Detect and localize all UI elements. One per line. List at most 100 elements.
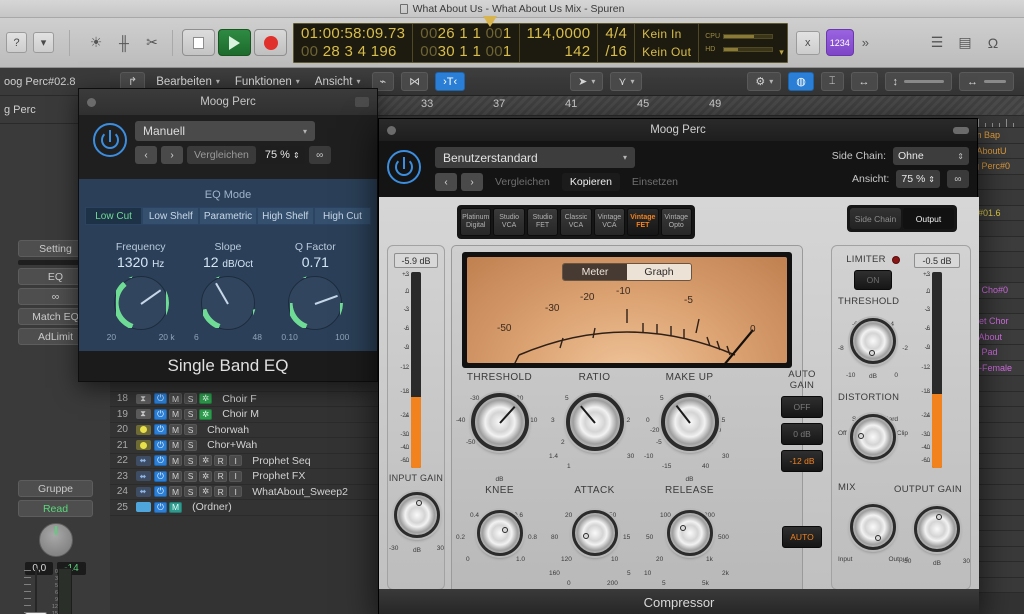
track-power-button[interactable]: ⏻ [154,408,167,420]
lcd-time-column[interactable]: 01:00:58:09.73 00 28 3 4 196 [294,23,414,62]
more-icon[interactable]: » [860,35,871,50]
pan-knob[interactable] [38,523,73,557]
knob-attack[interactable] [571,510,618,556]
link-icon[interactable]: ∞ [947,170,969,188]
scissors-icon[interactable]: ✂ [141,32,163,54]
eq-dial[interactable] [199,275,256,331]
record-button[interactable] [254,29,287,56]
menu-bearbeiten[interactable]: Bearbeiten ▾ [152,76,224,88]
paste-button[interactable]: Einsetzen [624,173,686,191]
model-classic-vca[interactable]: Classic VCA [560,208,592,236]
solo-button[interactable]: S [184,393,198,405]
eq-knob-frequency[interactable]: Frequency 1320 Hz 20 20 k [101,241,181,342]
limiter-on-button[interactable]: ON [854,270,892,290]
eq-mode-parametric[interactable]: Parametric [199,207,257,225]
mute-button[interactable]: M [169,439,183,451]
distortion-knob[interactable] [850,414,896,460]
solo-button[interactable]: S [184,455,198,467]
track-power-button[interactable]: ⏻ [154,470,167,482]
lcd-inout-column[interactable]: Kein In Kein Out [635,23,700,62]
next-preset-button[interactable]: › [461,173,483,191]
solo-button[interactable]: S [184,470,198,482]
eq-mode-high-cut[interactable]: High Cut [313,207,372,225]
lcd-signature-column[interactable]: 4/4 /16 [598,23,636,62]
prev-preset-button[interactable]: ‹ [135,146,157,164]
prev-preset-button[interactable]: ‹ [435,173,457,191]
waveform-icon[interactable]: ◍ [788,72,814,91]
model-studio-vca[interactable]: Studio VCA [493,208,525,236]
auto-gain-off-button[interactable]: OFF [781,396,823,418]
eq-mode-high-shelf[interactable]: High Shelf [256,207,314,225]
input-monitor-button[interactable]: I [229,470,243,482]
track-power-button[interactable]: ⏻ [154,424,167,436]
input-monitor-button[interactable]: I [229,455,243,467]
help-icon[interactable]: ? [6,32,27,53]
eq-mode-low-shelf[interactable]: Low Shelf [142,207,200,225]
vertical-zoom-slider[interactable]: ↕ [884,72,953,91]
metronome-icon[interactable]: ☀ [85,32,107,54]
knob-threshold[interactable] [470,393,529,451]
close-icon[interactable] [387,126,396,135]
solo-button[interactable]: S [184,408,198,420]
mute-button[interactable]: M [169,424,183,436]
mode-x-button[interactable]: x [795,30,820,55]
mute-button[interactable]: M [169,408,183,420]
vertical-zoom-icon[interactable]: ⌶ [820,72,844,91]
compressor-window-menu-icon[interactable] [953,127,969,134]
sliders-icon[interactable]: ╫ [113,32,135,54]
freeze-button[interactable]: ✲ [199,486,213,498]
model-vintage-fet[interactable]: Vintage FET [627,208,659,236]
freeze-button[interactable]: ✲ [199,470,213,482]
freeze-button[interactable]: ✲ [199,455,213,467]
eq-mode-low-cut[interactable]: Low Cut [85,207,143,225]
tab-side-chain[interactable]: Side Chain [850,208,901,229]
compare-button[interactable]: Vergleichen [487,173,558,191]
track-power-button[interactable]: ⏻ [154,393,167,405]
pointer-icon[interactable]: ➤ ▾ [570,72,604,91]
eq-plugin-window[interactable]: Moog Perc Manuell ▾ ‹ › Vergleichen 75 %… [78,88,378,382]
eq-knob-slope[interactable]: Slope 12 dB/Oct 6 48 [188,241,268,342]
dropdown-icon[interactable]: ▾ [33,32,54,53]
freeze-button[interactable]: ✲ [199,393,213,405]
menu-ansicht[interactable]: Ansicht ▾ [311,76,365,88]
input-monitor-button[interactable]: I [229,486,243,498]
solo-button[interactable]: S [184,486,198,498]
auto-release-button[interactable]: AUTO [782,526,822,548]
compressor-plugin-window[interactable]: Moog Perc Benutzerstandard ▾ ‹ › Verglei… [378,118,979,614]
flex-icon[interactable]: ⋈ [401,72,429,91]
automation-mode-button[interactable]: Read [18,500,93,517]
pad-button[interactable]: 1234 [825,29,854,56]
mute-button[interactable]: M [169,470,183,482]
next-preset-button[interactable]: › [161,146,183,164]
link-icon[interactable]: ∞ [308,146,331,164]
lcd-display[interactable]: 01:00:58:09.73 00 28 3 4 196 0026 1 1 00… [293,22,788,63]
power-icon[interactable] [93,123,127,157]
limiter-threshold-knob[interactable] [850,318,896,364]
mute-button[interactable]: M [169,393,183,405]
eq-knob-q-factor[interactable]: Q Factor 0.71 0.10 100 [275,241,355,342]
mute-button[interactable]: M [169,501,183,513]
sidechain-select[interactable]: Ohne ⇕ [893,147,969,165]
eq-window-menu-icon[interactable] [355,97,369,107]
eq-zoom-selector[interactable]: 75 % ⇕ [259,146,305,164]
copy-button[interactable]: Kopieren [561,173,620,191]
eq-dial[interactable] [287,275,344,331]
list-icon[interactable]: ☰ [926,32,948,54]
track-power-button[interactable]: ⏻ [154,439,167,451]
track-power-button[interactable]: ⏻ [154,501,167,513]
track-power-button[interactable]: ⏻ [154,455,167,467]
view-select[interactable]: 75 % ⇕ [896,170,940,188]
close-icon[interactable] [87,98,96,107]
gear-icon[interactable]: ⚙ ▾ [747,72,782,91]
group-button[interactable]: Gruppe [18,480,93,497]
tab-output[interactable]: Output [903,208,954,229]
knob-knee[interactable] [476,510,523,556]
marquee-icon[interactable]: ⋎ ▾ [610,72,643,91]
playhead[interactable] [483,16,497,27]
freeze-button[interactable]: ✲ [199,408,213,420]
mute-button[interactable]: M [169,455,183,467]
record-enable-button[interactable]: R [214,455,228,467]
model-studio-fet[interactable]: Studio FET [526,208,559,236]
auto-gain-0db-button[interactable]: 0 dB [781,423,823,445]
menu-funktionen[interactable]: Funktionen ▾ [231,76,304,88]
